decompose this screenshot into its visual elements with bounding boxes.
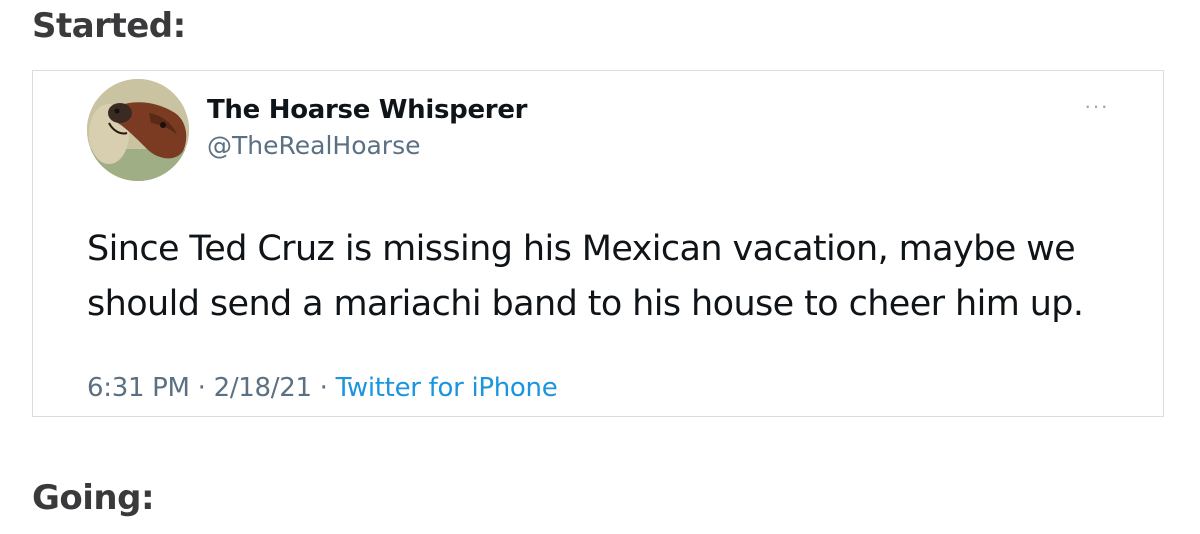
horse-avatar-image [87, 79, 189, 181]
tweet-text: Since Ted Cruz is missing his Mexican va… [87, 229, 1084, 324]
tweet-metadata: 6:31 PM · 2/18/21 · Twitter for iPhone [87, 373, 558, 403]
avatar[interactable] [87, 79, 189, 181]
started-heading: Started: [32, 6, 186, 46]
tweet-time[interactable]: 6:31 PM [87, 373, 190, 403]
more-horizontal-icon: ··· [1084, 93, 1109, 118]
more-options-button[interactable]: ··· [1084, 95, 1109, 117]
tweet-author-name[interactable]: The Hoarse Whisperer [207, 95, 527, 125]
going-heading: Going: [32, 478, 155, 518]
meta-separator: · [311, 373, 336, 403]
tweet-author-handle[interactable]: @TheRealHoarse [207, 131, 421, 160]
tweet-date[interactable]: 2/18/21 [214, 373, 312, 403]
meta-separator: · [189, 373, 214, 403]
embedded-tweet[interactable]: The Hoarse Whisperer @TheRealHoarse ··· … [32, 70, 1164, 417]
tweet-source-link[interactable]: Twitter for iPhone [336, 373, 558, 403]
